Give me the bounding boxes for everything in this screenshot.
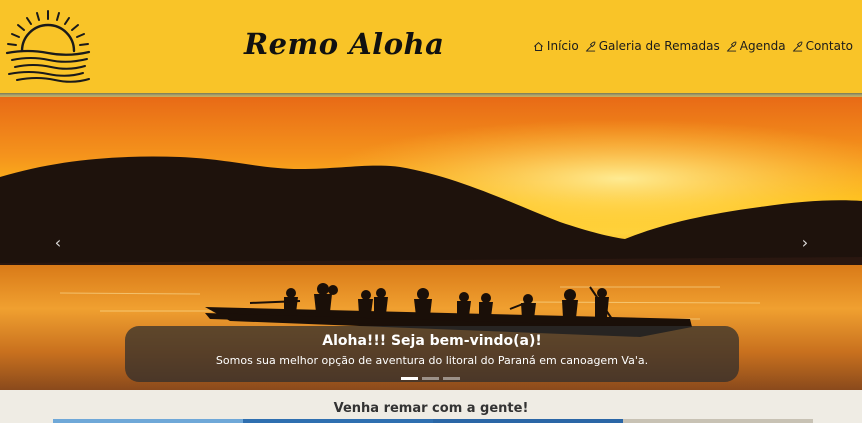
carousel-indicator-3[interactable] <box>443 377 460 380</box>
nav-item-contato[interactable]: Contato <box>792 39 853 53</box>
paddle-icon <box>585 41 596 52</box>
carousel-indicator-2[interactable] <box>422 377 439 380</box>
section-title: Venha remar com a gente! <box>333 401 529 416</box>
carousel-caption: Aloha!!! Seja bem-vindo(a)! Somos sua me… <box>125 326 739 382</box>
carousel-next-button[interactable]: › <box>793 227 817 257</box>
brand-title[interactable]: Remo Aloha <box>244 24 444 64</box>
nav-item-label: Início <box>546 39 579 53</box>
nav-item-galeria[interactable]: Galeria de Remadas <box>585 39 720 53</box>
hero-carousel: ‹ › Aloha!!! Seja bem-vindo(a)! Somos su… <box>0 97 862 390</box>
card[interactable] <box>623 419 813 423</box>
caption-text: Somos sua melhor opção de aventura do li… <box>215 354 649 367</box>
paddle-icon <box>726 41 737 52</box>
paddle-icon <box>792 41 803 52</box>
nav-item-inicio[interactable]: Início <box>533 39 579 53</box>
nav-item-label: Galeria de Remadas <box>598 39 720 53</box>
card[interactable] <box>243 419 433 423</box>
nav-item-label: Agenda <box>739 39 786 53</box>
sunset-logo-icon[interactable] <box>3 9 93 85</box>
nav-item-label: Contato <box>805 39 853 53</box>
cards-row <box>53 419 813 423</box>
carousel-prev-button[interactable]: ‹ <box>46 227 70 257</box>
main-nav: Início Galeria de Remadas Agenda Contato <box>533 37 853 55</box>
card[interactable] <box>53 419 243 423</box>
caption-title: Aloha!!! Seja bem-vindo(a)! <box>322 333 542 349</box>
home-icon <box>533 41 544 52</box>
card[interactable] <box>433 419 623 423</box>
carousel-indicators <box>401 377 463 380</box>
site-header: Remo Aloha Início Galeria de Remadas Age… <box>0 0 862 93</box>
carousel-indicator-1[interactable] <box>401 377 418 380</box>
nav-item-agenda[interactable]: Agenda <box>726 39 786 53</box>
